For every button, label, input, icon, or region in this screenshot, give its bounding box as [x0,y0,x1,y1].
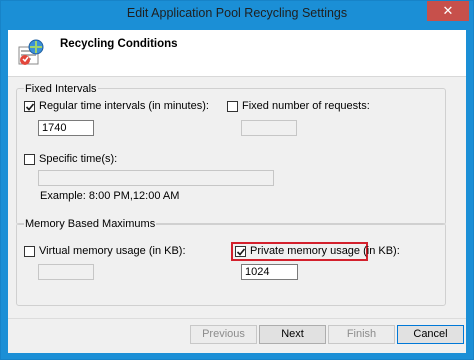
checkmark-icon [25,103,35,111]
virtual-memory-input[interactable] [38,264,94,280]
recycling-wizard-icon [18,39,44,65]
window-title: Edit Application Pool Recycling Settings [126,6,348,20]
title-bar[interactable]: Edit Application Pool Recycling Settings… [1,1,473,29]
memory-maximums-group: Memory Based Maximums Virtual memory usa… [16,218,446,306]
private-memory-label: Private memory usage (in KB): [250,245,400,257]
finish-button[interactable]: Finish [328,325,395,344]
fixed-requests-label: Fixed number of requests: [242,100,370,112]
memory-maximums-label: Memory Based Maximums [24,218,157,230]
virtual-memory-label: Virtual memory usage (in KB): [39,245,186,257]
fixed-intervals-group: Fixed Intervals Regular time intervals (… [16,83,446,225]
specific-times-checkbox[interactable] [24,154,35,165]
checkmark-icon [236,248,246,256]
previous-button[interactable]: Previous [190,325,257,344]
private-memory-input[interactable]: 1024 [241,264,298,280]
specific-times-example: Example: 8:00 PM,12:00 AM [40,190,180,202]
next-button[interactable]: Next [259,325,326,344]
close-button[interactable]: ✕ [427,1,469,21]
regular-time-checkbox[interactable] [24,101,35,112]
private-memory-checkbox[interactable] [235,246,246,257]
virtual-memory-checkbox[interactable] [24,246,35,257]
specific-times-label: Specific time(s): [39,153,118,165]
cancel-button[interactable]: Cancel [397,325,464,344]
fixed-requests-checkbox[interactable] [227,101,238,112]
close-icon: ✕ [442,3,454,18]
page-title: Recycling Conditions [60,38,178,50]
dialog-body: Recycling Conditions Fixed Intervals Reg… [8,30,466,353]
regular-time-label: Regular time intervals (in minutes): [39,100,209,112]
dialog-window: Edit Application Pool Recycling Settings… [0,0,474,360]
fixed-requests-input[interactable] [241,120,297,136]
specific-times-input[interactable] [38,170,274,186]
fixed-intervals-label: Fixed Intervals [24,83,98,95]
regular-time-input[interactable]: 1740 [38,120,94,136]
wizard-footer: Previous Next Finish Cancel [8,318,466,353]
wizard-header: Recycling Conditions [8,30,466,77]
